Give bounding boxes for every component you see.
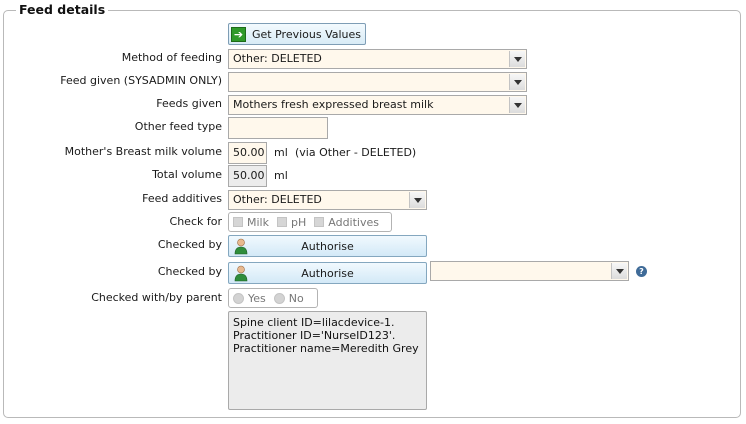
feeds-given-label: Feeds given	[156, 97, 222, 110]
checked-by-2-label: Checked by	[157, 265, 222, 278]
practitioner-info-box: Spine client ID=lilacdevice-1. Practitio…	[228, 311, 427, 410]
checked-by-2-select[interactable]	[430, 261, 629, 281]
chevron-down-icon[interactable]	[509, 74, 525, 90]
chevron-down-icon[interactable]	[611, 263, 627, 279]
other-feed-type-label: Other feed type	[134, 120, 222, 133]
feed-given-sysadmin-label: Feed given (SYSADMIN ONLY)	[60, 74, 222, 87]
checkbox-icon[interactable]	[276, 217, 287, 227]
help-icon[interactable]: ?	[636, 266, 647, 277]
check-milk-label: Milk	[247, 215, 269, 229]
feed-additives-label: Feed additives	[142, 192, 222, 205]
breast-milk-volume-input[interactable]: 50.00	[228, 142, 267, 164]
check-ph-option[interactable]: pH	[276, 215, 307, 229]
authorise-label-2: Authorise	[301, 266, 354, 280]
chevron-down-icon[interactable]	[409, 192, 425, 208]
arrow-right-icon: ➔	[231, 26, 246, 42]
other-feed-type-input[interactable]	[228, 117, 328, 139]
parent-no-option[interactable]: No	[273, 291, 304, 305]
breast-milk-volume-unit: ml	[274, 146, 288, 159]
checked-with-parent-label: Checked with/by parent	[91, 291, 222, 304]
check-ph-label: pH	[290, 215, 307, 229]
breast-milk-volume-note: (via Other - DELETED)	[295, 146, 417, 159]
feed-given-sysadmin-select[interactable]	[228, 72, 527, 92]
checkbox-icon[interactable]	[314, 217, 325, 227]
checked-by-1-label: Checked by	[157, 238, 222, 251]
radio-icon[interactable]	[233, 292, 244, 304]
parent-yes-option[interactable]: Yes	[233, 292, 266, 305]
check-for-group: Milk pH Additives	[228, 212, 392, 232]
total-volume-label: Total volume	[152, 168, 222, 181]
section-title: Feed details	[16, 2, 109, 17]
feed-additives-select[interactable]: Other: DELETED	[228, 190, 427, 210]
chevron-down-icon[interactable]	[509, 97, 525, 113]
parent-yes-label: Yes	[248, 291, 266, 305]
user-icon	[234, 238, 248, 255]
method-of-feeding-select[interactable]: Other: DELETED	[228, 49, 527, 69]
check-for-label: Check for	[169, 215, 222, 228]
authorise-button-1[interactable]: Authorise	[228, 235, 427, 257]
radio-icon[interactable]	[273, 292, 285, 304]
check-milk-option[interactable]: Milk	[233, 216, 269, 229]
feed-additives-value: Other: DELETED	[233, 193, 322, 206]
method-of-feeding-value: Other: DELETED	[233, 52, 322, 65]
parent-no-label: No	[288, 291, 304, 305]
check-additives-label: Additives	[328, 215, 379, 229]
feeds-given-value: Mothers fresh expressed breast milk	[233, 98, 434, 111]
breast-milk-volume-label: Mother's Breast milk volume	[64, 145, 222, 158]
get-previous-values-button[interactable]: ➔ Get Previous Values	[228, 23, 367, 45]
chevron-down-icon[interactable]	[509, 51, 525, 67]
checked-with-parent-group: Yes No	[228, 288, 318, 308]
get-previous-values-label: Get Previous Values	[252, 27, 362, 41]
check-additives-option[interactable]: Additives	[314, 216, 379, 229]
authorise-label-1: Authorise	[301, 239, 354, 253]
total-volume-field: 50.00	[228, 165, 267, 187]
method-of-feeding-label: Method of feeding	[121, 51, 222, 64]
feeds-given-select[interactable]: Mothers fresh expressed breast milk	[228, 95, 527, 115]
checkbox-icon[interactable]	[233, 217, 243, 227]
total-volume-unit: ml	[274, 169, 288, 182]
authorise-button-2[interactable]: Authorise	[228, 262, 427, 284]
user-icon	[234, 265, 248, 282]
